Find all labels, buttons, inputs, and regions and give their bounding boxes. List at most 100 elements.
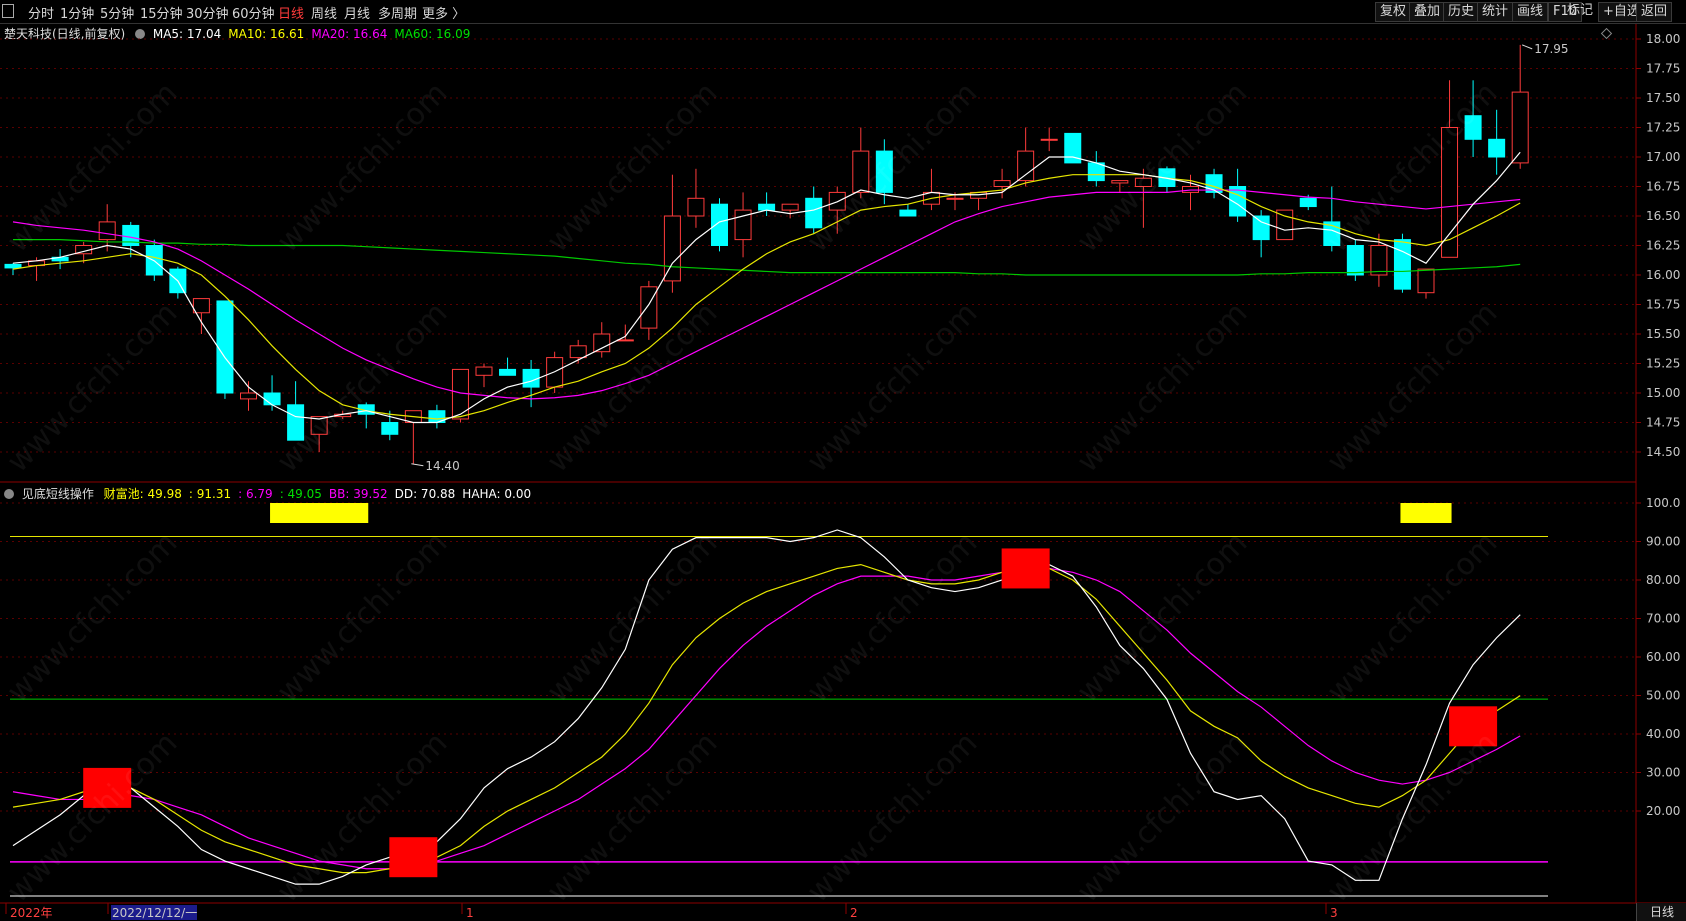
candle-body — [428, 410, 446, 424]
indicator-sub-inds-5: DD: 70.88 — [394, 487, 456, 501]
watermark: www.cfchi.com — [540, 525, 725, 710]
candle-body — [640, 286, 658, 329]
price-tick-label: 14.75 — [1646, 416, 1680, 430]
candle-body — [4, 263, 22, 269]
candle-body — [98, 221, 116, 241]
candle-body — [1276, 209, 1294, 241]
caifuchi-line — [12, 563, 1521, 874]
tab-4[interactable]: 30分钟 — [186, 3, 229, 22]
red-signal — [1449, 706, 1498, 747]
tab-7[interactable]: 周线 — [311, 3, 337, 22]
candle-body — [475, 366, 493, 376]
candle-body — [805, 197, 823, 229]
mark-button[interactable]: 标记 — [1563, 2, 1597, 20]
candle-body — [310, 416, 328, 435]
window-menu-icon[interactable] — [2, 4, 14, 18]
ma10-line — [12, 174, 1521, 420]
candle-body — [852, 150, 870, 193]
indicator-main-inds-0: MA5: 17.04 — [152, 27, 222, 41]
toolbar-button-4[interactable]: 画线 — [1512, 2, 1549, 22]
price-tick-label: 16.25 — [1646, 239, 1680, 253]
candle-body — [1017, 150, 1035, 182]
candle-body — [1229, 186, 1247, 217]
candle-body — [922, 191, 940, 205]
candle-body — [1299, 197, 1317, 208]
toolbar-button-7[interactable]: 返回 — [1636, 2, 1673, 22]
osc-tick-label: 50.00 — [1646, 689, 1680, 703]
tab-6[interactable]: 日线 — [278, 3, 304, 22]
price-tick-label: 16.00 — [1646, 268, 1680, 282]
candle-body — [357, 404, 375, 415]
price-tick-label: 17.00 — [1646, 150, 1680, 164]
candle-body — [1464, 115, 1482, 140]
tab-2[interactable]: 5分钟 — [100, 3, 134, 22]
tab-0[interactable]: 分时 — [28, 3, 54, 22]
date-label: 1 — [466, 906, 474, 920]
candle-body — [451, 368, 469, 420]
osc-tick-label: 90.00 — [1646, 535, 1680, 549]
osc-tick-label: 60.00 — [1646, 650, 1680, 664]
ma60-line — [13, 239, 1521, 276]
tab-9[interactable]: 多周期 — [378, 3, 417, 22]
toolbar-button-0[interactable]: 复权 — [1375, 2, 1412, 22]
candle-body — [1111, 180, 1129, 184]
toolbar-button-3[interactable]: 统计 — [1477, 2, 1514, 22]
candle-body — [145, 245, 163, 276]
watermark: www.cfchi.com — [0, 725, 185, 910]
price-tick-label: 15.25 — [1646, 357, 1680, 371]
indicator-sub-inds-3: : 49.05 — [279, 487, 322, 501]
indicator-main-inds-3: MA60: 16.09 — [394, 27, 471, 41]
toolbar-button-1[interactable]: 叠加 — [1409, 2, 1446, 22]
watermark: www.cfchi.com — [1320, 525, 1505, 710]
watermark: www.cfchi.com — [0, 295, 185, 480]
candle-body — [1393, 239, 1411, 290]
indicator-main-inds-2: MA20: 16.64 — [311, 27, 388, 41]
tab-10[interactable]: 更多 〉 — [422, 3, 465, 22]
tab-3[interactable]: 15分钟 — [140, 3, 183, 22]
candle-body — [758, 203, 776, 211]
candle-body — [970, 191, 988, 199]
bb-line — [12, 567, 1521, 870]
candle-body — [1064, 132, 1082, 164]
watermark: www.cfchi.com — [270, 295, 455, 480]
price-tick-label: 18.00 — [1646, 32, 1680, 46]
tab-8[interactable]: 月线 — [344, 3, 370, 22]
tab-5[interactable]: 60分钟 — [232, 3, 275, 22]
ma5-line — [12, 151, 1521, 424]
date-cursor-box — [111, 905, 197, 920]
watermark: www.cfchi.com — [540, 725, 725, 910]
osc-tick-label: 40.00 — [1646, 727, 1680, 741]
date-label: 3 — [1330, 906, 1338, 920]
indicator-title: 见底短线操作 — [21, 487, 94, 501]
candle-body — [616, 339, 634, 342]
low-marker — [411, 463, 424, 467]
candle-body — [1205, 174, 1223, 193]
candle-body — [216, 300, 234, 394]
dd-line — [12, 529, 1521, 885]
osc-tick-label: 30.00 — [1646, 766, 1680, 780]
kline-chart[interactable]: 18.00 17.75 17.50 17.25 17.00 16.75 16.50 16.25… — [0, 0, 1686, 921]
osc-tick-label: 70.00 — [1646, 612, 1680, 626]
status-period: 日线 — [1636, 903, 1686, 921]
candle-body — [1040, 138, 1058, 141]
candle-body — [993, 180, 1011, 188]
tab-1[interactable]: 1分钟 — [60, 3, 94, 22]
candle-body — [1323, 221, 1341, 246]
candle-body — [546, 357, 564, 388]
indicator-sub-inds-4: BB: 39.52 — [328, 487, 388, 501]
watermark: www.cfchi.com — [0, 525, 185, 710]
osc-tick-label: 80.00 — [1646, 573, 1680, 587]
indicator-sub-inds-1: : 91.31 — [188, 487, 232, 501]
candle-body — [687, 197, 705, 217]
collapse-icon[interactable] — [4, 489, 14, 499]
settings-icon[interactable] — [135, 29, 146, 39]
candle-body — [192, 298, 210, 314]
watermark: www.cfchi.com — [1070, 725, 1255, 910]
watermark: www.cfchi.com — [270, 525, 455, 710]
price-tick-label: 17.75 — [1646, 62, 1680, 76]
candle-body — [875, 150, 893, 193]
date-label: 2022年 — [10, 906, 53, 920]
candle-body — [663, 215, 681, 282]
toolbar-button-2[interactable]: 历史 — [1443, 2, 1480, 22]
watermark: www.cfchi.com — [1320, 295, 1505, 480]
